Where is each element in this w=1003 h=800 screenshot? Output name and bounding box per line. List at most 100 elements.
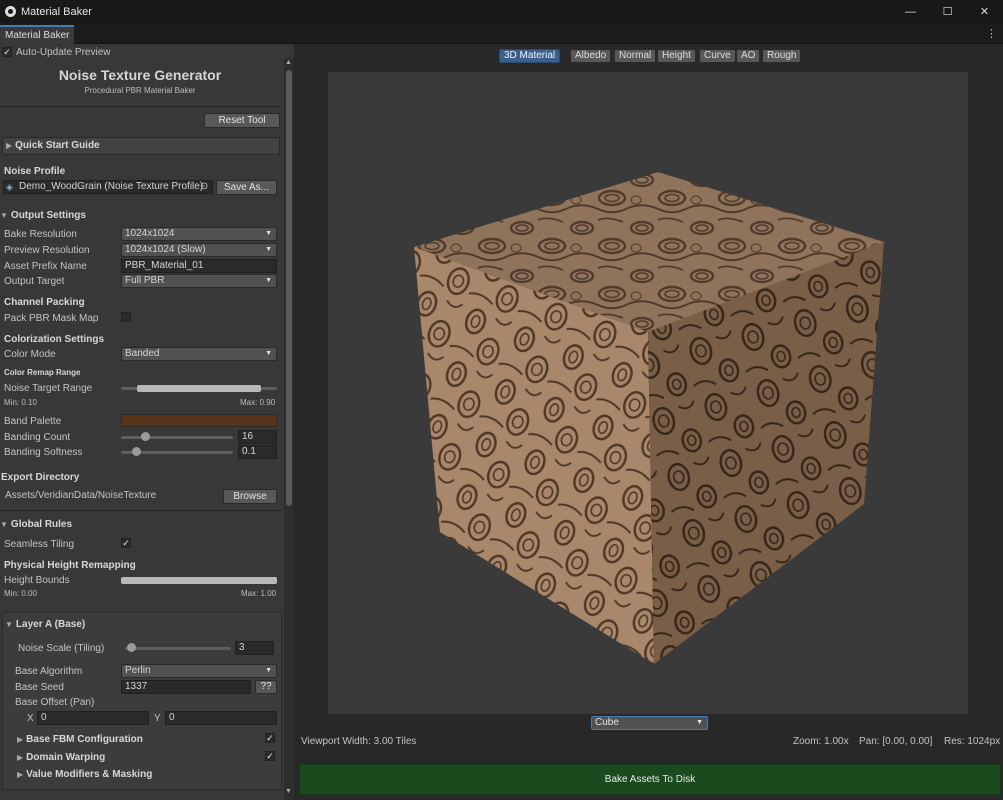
global-rules-heading: Global Rules [10, 519, 73, 530]
domain-warping-foldout[interactable]: ▶ Domain Warping [17, 752, 105, 763]
panel-scrollbar-thumb[interactable] [286, 70, 292, 506]
pan-status: Pan: [0.00, 0.00] [859, 736, 933, 747]
asset-prefix-label: Asset Prefix Name [4, 261, 87, 272]
preview-resolution-dropdown[interactable]: 1024x1024 (Slow) ▼ [121, 243, 277, 257]
output-target-dropdown[interactable]: Full PBR ▼ [121, 274, 277, 288]
value-modifiers-foldout[interactable]: ▶ Value Modifiers & Masking [17, 769, 152, 780]
range-max-label: Max: 0.90 [240, 398, 276, 407]
tab-material-baker[interactable]: Material Baker [0, 25, 75, 44]
maximize-icon[interactable]: ☐ [929, 0, 966, 23]
chevron-right-icon: ▶ [6, 141, 13, 150]
divider [0, 510, 282, 511]
noise-scale-track[interactable] [125, 647, 231, 650]
reset-tool-button[interactable]: Reset Tool [204, 113, 280, 128]
close-icon[interactable]: ✕ [966, 0, 1003, 23]
chevron-down-icon: ▼ [265, 230, 272, 237]
auto-update-label: Auto-Update Preview [16, 47, 111, 58]
fbm-label: Base FBM Configuration [26, 734, 143, 745]
bake-resolution-dropdown[interactable]: 1024x1024 ▼ [121, 227, 277, 241]
base-seed-input[interactable]: 1337 [121, 680, 251, 694]
output-target-value: Full PBR [125, 275, 165, 286]
base-algorithm-label: Base Algorithm [15, 666, 83, 677]
seamless-label: Seamless Tiling [4, 539, 75, 550]
offset-y-input[interactable]: 0 [165, 711, 277, 725]
random-seed-button[interactable]: ?? [255, 680, 277, 694]
color-remap-heading: Color Remap Range [4, 368, 81, 377]
channel-3d-material-button[interactable]: 3D Material [499, 49, 561, 63]
window-controls: — ☐ ✕ [892, 0, 1003, 23]
channel-height-button[interactable]: Height [657, 49, 696, 63]
channel-packing-heading: Channel Packing [4, 297, 85, 308]
3d-preview-viewport[interactable] [328, 72, 968, 714]
noise-target-range-fill[interactable] [136, 385, 262, 392]
preview-resolution-value: 1024x1024 (Slow) [125, 244, 206, 255]
tool-title: Noise Texture Generator [58, 67, 222, 83]
range-min-label: Min: 0.10 [4, 398, 37, 407]
object-picker-icon[interactable]: ⊙ [200, 181, 208, 192]
window-titlebar: Material Baker — ☐ ✕ [0, 0, 1003, 23]
domain-warping-checkbox[interactable]: ✓ [265, 751, 275, 761]
noise-target-range-label: Noise Target Range [4, 383, 93, 394]
offset-y-label: Y [154, 713, 161, 724]
color-mode-label: Color Mode [4, 349, 56, 360]
scroll-down-icon[interactable]: ▼ [285, 788, 292, 795]
unity-logo-icon [5, 6, 16, 17]
offset-x-input[interactable]: 0 [37, 711, 149, 725]
noise-scale-input[interactable]: 3 [235, 641, 274, 655]
channel-albedo-button[interactable]: Albedo [570, 49, 612, 63]
base-seed-label: Base Seed [15, 682, 64, 693]
zoom-status: Zoom: 1.00x [793, 736, 849, 747]
layer-a-foldout[interactable]: ▼ Layer A (Base) [5, 619, 85, 630]
channel-rough-button[interactable]: Rough [762, 49, 802, 63]
base-algorithm-dropdown[interactable]: Perlin ▼ [121, 664, 277, 678]
scriptable-object-icon: ◈ [6, 182, 13, 192]
bake-resolution-value: 1024x1024 [125, 228, 175, 239]
domain-warping-label: Domain Warping [26, 752, 106, 763]
asset-prefix-input[interactable]: PBR_Material_01 [121, 259, 277, 273]
divider [0, 106, 280, 107]
chevron-down-icon: ▼ [696, 719, 703, 726]
band-palette-gradient[interactable] [121, 414, 277, 427]
fbm-foldout[interactable]: ▶ Base FBM Configuration [17, 734, 143, 745]
banding-count-label: Banding Count [4, 432, 71, 443]
banding-count-track[interactable] [121, 436, 233, 439]
banding-softness-label: Banding Softness [4, 447, 83, 458]
colorization-heading: Colorization Settings [4, 334, 104, 345]
output-settings-foldout[interactable]: ▼ Output Settings [0, 210, 86, 221]
export-directory-heading: Export Directory [1, 472, 80, 483]
channel-normal-button[interactable]: Normal [614, 49, 657, 63]
noise-profile-heading: Noise Profile [4, 166, 66, 177]
global-rules-foldout[interactable]: ▼ Global Rules [0, 519, 72, 530]
tool-subtitle: Procedural PBR Material Baker [84, 86, 196, 95]
channel-ao-button[interactable]: AO [736, 49, 761, 63]
save-as-button[interactable]: Save As... [216, 180, 277, 195]
physical-height-heading: Physical Height Remapping [4, 560, 136, 571]
minimize-icon[interactable]: — [892, 0, 929, 23]
layer-a-heading: Layer A (Base) [15, 619, 86, 630]
color-mode-dropdown[interactable]: Banded ▼ [121, 347, 277, 361]
noise-profile-field[interactable]: Demo_WoodGrain (Noise Texture Profile) [3, 180, 213, 194]
value-modifiers-label: Value Modifiers & Masking [26, 769, 153, 780]
seamless-checkbox[interactable]: ✓ [121, 538, 131, 548]
base-algorithm-value: Perlin [125, 665, 151, 676]
band-palette-label: Band Palette [4, 416, 62, 427]
window-title: Material Baker [21, 5, 92, 18]
auto-update-checkbox[interactable]: ✓ [2, 47, 12, 57]
height-bounds-label: Height Bounds [4, 575, 70, 586]
banding-softness-input[interactable]: 0.1 [238, 445, 277, 459]
banding-count-input[interactable]: 16 [238, 430, 277, 444]
pack-mask-checkbox[interactable] [121, 312, 131, 322]
resolution-status: Res: 1024px [944, 736, 1001, 747]
fbm-checkbox[interactable]: ✓ [265, 733, 275, 743]
height-bounds-fill[interactable] [121, 577, 277, 584]
chevron-right-icon: ▶ [17, 753, 24, 762]
more-options-icon[interactable]: ⋮ [986, 27, 997, 40]
output-settings-heading: Output Settings [10, 210, 86, 221]
preview-shape-dropdown[interactable]: Cube ▼ [591, 716, 708, 730]
browse-button[interactable]: Browse [223, 489, 277, 504]
channel-curve-button[interactable]: Curve [699, 49, 736, 63]
preview-shape-value: Cube [595, 717, 619, 728]
bake-assets-button[interactable]: Bake Assets To Disk [299, 764, 1001, 795]
height-max-label: Max: 1.00 [241, 589, 277, 598]
scroll-up-icon[interactable]: ▲ [285, 59, 292, 66]
